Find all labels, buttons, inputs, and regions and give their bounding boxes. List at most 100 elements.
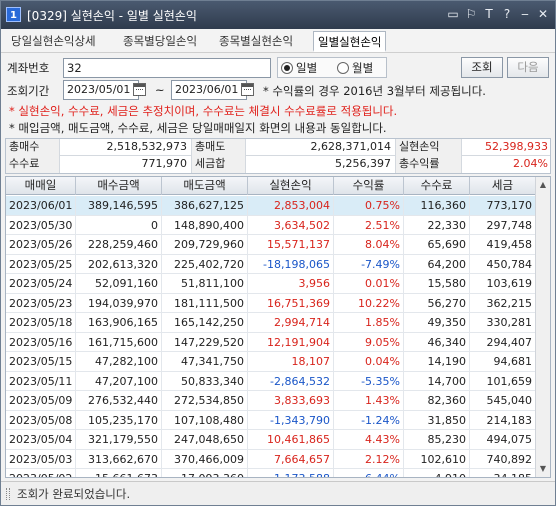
scroll-down-icon[interactable]: ▼ xyxy=(537,462,549,476)
table-row[interactable]: 2023/05/18 163,906,165 165,142,250 2,994,71… xyxy=(6,313,536,333)
cell-date: 2023/05/18 xyxy=(6,313,76,332)
cell-tax: 773,170 xyxy=(470,196,536,215)
cell-date: 2023/05/30 xyxy=(6,215,76,235)
radio-monthly[interactable]: 월별 xyxy=(337,60,373,76)
fee-value: 771,970 xyxy=(60,156,192,173)
total-buy-label: 총매수 xyxy=(6,139,60,156)
table-row[interactable]: 2023/05/03 313,662,670 370,466,009 7,664,65… xyxy=(6,449,536,469)
cell-date: 2023/05/08 xyxy=(6,410,76,430)
cell-fee: 22,330 xyxy=(404,215,470,235)
table-row[interactable]: 2023/05/09 276,532,440 272,534,850 3,833,69… xyxy=(6,391,536,411)
cell-sell: 47,341,750 xyxy=(162,352,248,371)
table-row[interactable]: 2023/05/30 0 148,890,400 3,634,502 2.51% 22,3… xyxy=(6,215,536,235)
next-button[interactable]: 다음 xyxy=(507,57,549,78)
cell-fee: 14,700 xyxy=(404,371,470,391)
col-return[interactable]: 수익률 xyxy=(334,177,404,195)
tab-daily-realized[interactable]: 일별실현손익 xyxy=(313,31,387,52)
account-input[interactable]: 32 xyxy=(63,58,271,78)
main-window: 1 [0329] 실현손익 - 일별 실현손익 ▭ ⚐ T ? ‒ ✕ 당일실현… xyxy=(0,0,556,506)
cell-buy: 202,613,320 xyxy=(76,254,162,274)
cell-tax: 494,075 xyxy=(470,430,536,449)
title-bar[interactable]: 1 [0329] 실현손익 - 일별 실현손익 ▭ ⚐ T ? ‒ ✕ xyxy=(1,1,555,29)
cell-buy: 228,259,460 xyxy=(76,235,162,254)
tab-bar: 당일실현손익상세 종목별당일손익 종목별실현손익 일별실현손익 xyxy=(1,29,555,53)
help-icon[interactable]: ? xyxy=(499,6,515,23)
daily-pnl-table[interactable]: 매매일 매수금액 매도금액 실현손익 수익률 수수료 세금 2023/06/01… xyxy=(5,176,551,478)
close-icon[interactable]: ✕ xyxy=(535,6,551,23)
col-buy[interactable]: 매수금액 xyxy=(76,177,162,195)
tab-realized-by-stock[interactable]: 종목별실현손익 xyxy=(215,31,297,52)
cell-pnl: 2,994,714 xyxy=(248,313,334,332)
tax-value: 5,256,397 xyxy=(246,156,396,173)
date-to-input[interactable]: 2023/06/01 xyxy=(171,80,247,100)
cell-return: 0.04% xyxy=(334,352,404,371)
cell-sell: 17,093,360 xyxy=(162,469,248,477)
cell-date: 2023/05/24 xyxy=(6,274,76,293)
radio-monthly-circle xyxy=(337,62,349,74)
col-fee[interactable]: 수수료 xyxy=(404,177,470,195)
period-tilde: ~ xyxy=(155,83,165,97)
cell-date: 2023/05/16 xyxy=(6,332,76,352)
cell-pnl: -2,864,532 xyxy=(248,371,334,391)
cell-sell: 165,142,250 xyxy=(162,313,248,332)
scroll-up-icon[interactable]: ▲ xyxy=(537,178,549,192)
radio-monthly-label: 월별 xyxy=(352,61,374,75)
table-row[interactable]: 2023/05/08 105,235,170 107,108,480 -1,343,7… xyxy=(6,410,536,430)
table-row[interactable]: 2023/06/01 389,146,595 386,627,125 2,853,00… xyxy=(6,196,536,216)
query-button[interactable]: 조회 xyxy=(461,57,503,78)
pin-icon[interactable]: ⚐ xyxy=(463,6,479,23)
tab-today-detail[interactable]: 당일실현손익상세 xyxy=(7,31,100,52)
note-same-as-journal: * 매입금액, 매도금액, 수수료, 세금은 당일매매일지 화면의 내용과 동일… xyxy=(9,121,387,135)
table-row[interactable]: 2023/05/24 52,091,160 51,811,100 3,956 0.01%… xyxy=(6,274,536,294)
table-row[interactable]: 2023/05/23 194,039,970 181,111,500 16,751,3… xyxy=(6,293,536,313)
cell-fee: 116,360 xyxy=(404,196,470,215)
radio-daily-label: 일별 xyxy=(296,61,318,75)
table-row[interactable]: 2023/05/25 202,613,320 225,402,720 -18,198,… xyxy=(6,254,536,274)
table-row[interactable]: 2023/05/26 228,259,460 209,729,960 15,571,1… xyxy=(6,235,536,255)
col-tax[interactable]: 세금 xyxy=(470,177,536,195)
date-from-input[interactable]: 2023/05/01 xyxy=(63,80,139,100)
table-row[interactable]: 2023/05/04 321,179,550 247,048,650 10,461,8… xyxy=(6,430,536,450)
window-number-badge: 1 xyxy=(6,7,21,22)
cell-buy: 47,282,100 xyxy=(76,352,162,371)
cell-return: 1.85% xyxy=(334,313,404,332)
period-row: 조회기간 2023/05/01 ~ 2023/06/01 * 수익률의 경우 2… xyxy=(1,79,555,101)
cell-sell: 386,627,125 xyxy=(162,196,248,215)
vertical-scrollbar[interactable]: ▲ ▼ xyxy=(535,177,550,477)
table-row[interactable]: 2023/05/11 47,207,100 50,833,340 -2,864,532… xyxy=(6,371,536,391)
cell-tax: 330,281 xyxy=(470,313,536,332)
radio-daily[interactable]: 일별 xyxy=(281,60,317,76)
cell-fee: 85,230 xyxy=(404,430,470,449)
col-pnl[interactable]: 실현손익 xyxy=(248,177,334,195)
cell-pnl: 3,833,693 xyxy=(248,391,334,410)
minimize-icon[interactable]: ‒ xyxy=(517,6,533,23)
cell-pnl: 10,461,865 xyxy=(248,430,334,449)
status-text: 조회가 완료되었습니다. xyxy=(17,487,131,501)
account-value: 32 xyxy=(67,61,82,75)
col-sell[interactable]: 매도금액 xyxy=(162,177,248,195)
cell-date: 2023/05/15 xyxy=(6,352,76,371)
cell-buy: 389,146,595 xyxy=(76,196,162,215)
realized-pnl-label: 실현손익 xyxy=(396,139,462,156)
cell-sell: 370,466,009 xyxy=(162,449,248,469)
account-row: 계좌번호 32 일별 월별 조회 다음 xyxy=(1,54,555,79)
cell-sell: 107,108,480 xyxy=(162,410,248,430)
status-bar: 조회가 완료되었습니다. xyxy=(1,481,555,505)
table-row[interactable]: 2023/05/0215,661,67317,093,360-1,173,588… xyxy=(6,469,536,477)
table-row[interactable]: 2023/05/16 161,715,600 147,229,520 12,191,9… xyxy=(6,332,536,352)
tab-today-by-stock[interactable]: 종목별당일손익 xyxy=(119,31,201,52)
restore-icon[interactable]: ▭ xyxy=(445,6,461,23)
col-date[interactable]: 매매일 xyxy=(6,177,76,195)
table-row[interactable]: 2023/05/15 47,282,100 47,341,750 18,107 0.04… xyxy=(6,352,536,372)
cell-date: 2023/05/23 xyxy=(6,293,76,313)
total-sell-label: 총매도 xyxy=(192,139,246,156)
font-icon[interactable]: T xyxy=(481,6,497,23)
calendar-from-icon[interactable] xyxy=(133,83,146,96)
grip-icon xyxy=(6,488,10,500)
calendar-to-icon[interactable] xyxy=(241,83,254,96)
period-label: 조회기간 xyxy=(7,84,50,98)
cell-sell: 147,229,520 xyxy=(162,332,248,352)
cell-pnl: 18,107 xyxy=(248,352,334,371)
total-buy-value: 2,518,532,973 xyxy=(60,139,192,156)
cell-return: 0.01% xyxy=(334,274,404,293)
